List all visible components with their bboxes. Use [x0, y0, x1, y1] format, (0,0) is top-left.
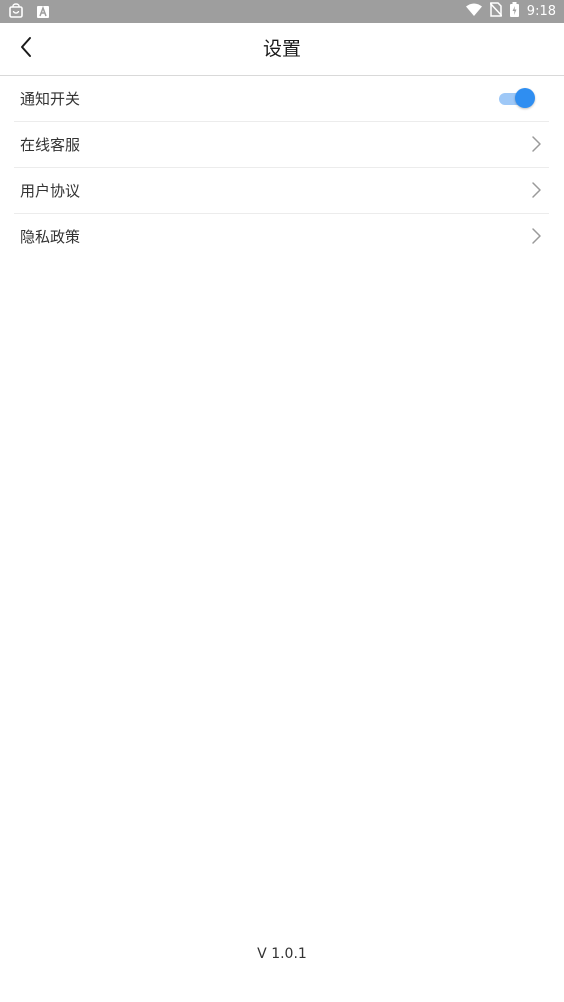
status-time: 9:18 [526, 4, 556, 19]
settings-item-user-agreement[interactable]: 用户协议 [14, 168, 549, 214]
settings-item-label: 用户协议 [20, 182, 81, 200]
no-sim-icon [489, 2, 503, 21]
settings-item-label: 在线客服 [20, 136, 81, 154]
shopping-bag-icon [8, 3, 24, 23]
settings-item-customer-service[interactable]: 在线客服 [14, 122, 549, 168]
status-right-icons: 9:18 [465, 0, 556, 23]
status-bar: 9:18 [0, 0, 564, 23]
settings-item-label: 通知开关 [20, 90, 81, 108]
settings-item-label: 隐私政策 [20, 228, 81, 246]
settings-list: 通知开关 在线客服 用户协议 隐私政策 [14, 76, 549, 259]
notification-toggle[interactable] [499, 88, 535, 108]
battery-charging-icon [509, 2, 519, 21]
chevron-right-icon [529, 227, 543, 245]
keyboard-a-icon [36, 4, 50, 23]
wifi-icon [465, 2, 482, 21]
settings-screen: 9:18 设置 通知开关 在线客服 用户协议 隐私政策 V 1.0.1 [0, 0, 564, 1002]
status-left-icons [8, 3, 50, 23]
app-bar: 设置 [0, 23, 564, 76]
app-version: V 1.0.1 [257, 946, 307, 962]
page-title: 设置 [262, 38, 301, 60]
chevron-left-icon [19, 36, 33, 62]
chevron-right-icon [529, 181, 543, 199]
settings-item-privacy-policy[interactable]: 隐私政策 [14, 214, 549, 259]
settings-item-notifications[interactable]: 通知开关 [14, 76, 549, 122]
chevron-right-icon [529, 135, 543, 153]
toggle-thumb [515, 88, 535, 108]
back-button[interactable] [12, 35, 40, 63]
